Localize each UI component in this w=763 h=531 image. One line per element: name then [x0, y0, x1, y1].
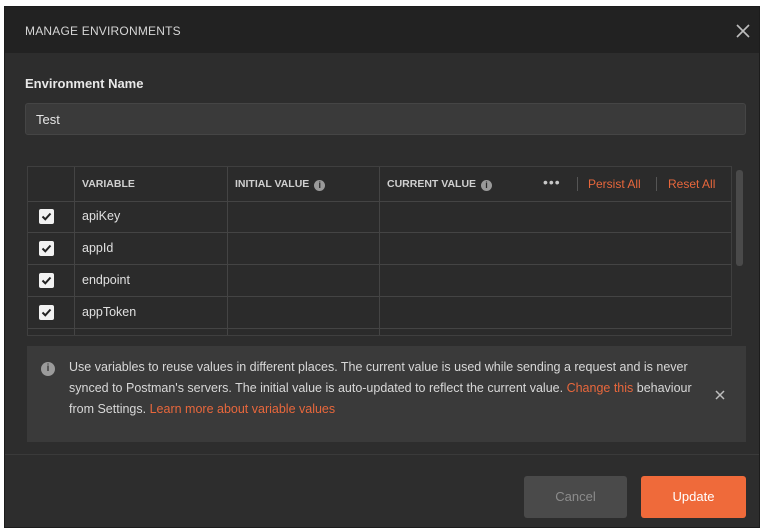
update-button[interactable]: Update	[641, 476, 746, 518]
info-icon[interactable]: i	[314, 180, 326, 191]
learn-more-link[interactable]: Learn more about variable values	[150, 402, 336, 416]
divider	[577, 177, 578, 191]
dismiss-notice-icon[interactable]	[714, 388, 726, 400]
variable-name-cell[interactable]: appId	[74, 233, 219, 264]
row-enabled-checkbox[interactable]	[39, 305, 54, 320]
variable-name-cell[interactable]: endpoint	[74, 265, 219, 296]
row-enabled-checkbox[interactable]	[39, 209, 54, 224]
dialog-header: MANAGE ENVIRONMENTS	[5, 7, 759, 53]
variables-info-notice: i Use variables to reuse values in diffe…	[27, 346, 746, 442]
more-horizontal-icon[interactable]: •••	[543, 167, 561, 201]
reset-all-button[interactable]: Reset All	[668, 167, 715, 201]
initial-value-cell[interactable]	[228, 265, 379, 296]
initial-value-cell[interactable]	[228, 297, 379, 328]
environment-name-label: Environment Name	[25, 76, 144, 91]
initial-value-cell[interactable]	[228, 201, 379, 232]
variable-name-cell[interactable]: apiKey	[74, 201, 219, 232]
close-icon[interactable]	[733, 21, 753, 41]
variable-name-cell[interactable]: appToken	[74, 297, 219, 328]
table-row: endpoint	[28, 265, 731, 297]
persist-all-button[interactable]: Persist All	[588, 167, 641, 201]
column-header-variable: VARIABLE	[82, 178, 135, 190]
info-icon: i	[41, 362, 55, 376]
cancel-button[interactable]: Cancel	[524, 476, 627, 518]
table-row: appToken	[28, 297, 731, 329]
footer-divider	[5, 454, 759, 455]
current-value-cell[interactable]	[380, 297, 731, 328]
initial-value-cell[interactable]	[228, 233, 379, 264]
current-value-cell[interactable]	[380, 265, 731, 296]
change-settings-link[interactable]: Change this	[567, 381, 634, 395]
row-enabled-checkbox[interactable]	[39, 273, 54, 288]
divider	[656, 177, 657, 191]
table-header: VARIABLE INITIAL VALUE i CURRENT VALUE i •…	[28, 167, 731, 202]
row-enabled-checkbox[interactable]	[39, 241, 54, 256]
variables-table: VARIABLE INITIAL VALUE i CURRENT VALUE i •…	[27, 166, 732, 336]
current-value-cell[interactable]	[380, 201, 731, 232]
column-header-current-value: CURRENT VALUE i	[379, 167, 493, 201]
table-row: appId	[28, 233, 731, 265]
dialog-title: MANAGE ENVIRONMENTS	[25, 24, 181, 38]
column-header-initial-value: INITIAL VALUE i	[227, 167, 326, 201]
manage-environments-dialog: MANAGE ENVIRONMENTS Environment Name VAR…	[4, 6, 760, 528]
notice-text: Use variables to reuse values in differe…	[69, 357, 709, 420]
info-icon[interactable]: i	[481, 180, 493, 191]
table-scrollbar[interactable]	[736, 170, 743, 266]
table-row: apiKey	[28, 201, 731, 233]
environment-name-input[interactable]	[25, 103, 746, 135]
current-value-cell[interactable]	[380, 233, 731, 264]
